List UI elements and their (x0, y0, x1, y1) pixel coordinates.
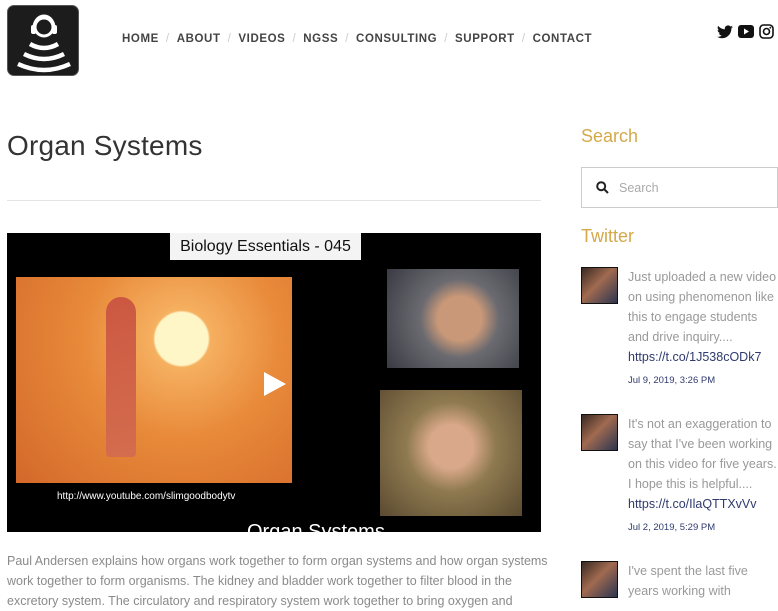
video-photo-1 (387, 269, 519, 368)
nav-separator: / (227, 33, 232, 45)
nav-separator: / (165, 33, 170, 45)
search-heading: Search (581, 126, 639, 146)
video-player[interactable]: Biology Essentials - 045 http://www.yout… (7, 233, 541, 532)
tweet-date[interactable]: Jul 2, 2019, 5:29 PM (628, 518, 778, 538)
tweet-text: Just uploaded a new video on using pheno… (628, 270, 777, 344)
tweet-link[interactable]: https://t.co/1J538cODk7 (628, 347, 778, 367)
twitter-icon[interactable] (717, 24, 733, 39)
nav-consulting[interactable]: CONSULTING (356, 33, 437, 45)
nav-contact[interactable]: CONTACT (533, 33, 593, 45)
video-url: http://www.youtube.com/slimgoodbodytv (57, 491, 236, 502)
nav-separator: / (345, 33, 350, 45)
page-title: Organ Systems (7, 130, 203, 161)
tweet-text: I've spent the last five years working w… (628, 564, 748, 598)
search-icon (596, 181, 609, 194)
youtube-icon[interactable] (738, 25, 754, 38)
search-placeholder: Search (619, 180, 659, 195)
main-nav: HOME / ABOUT / VIDEOS / NGSS / CONSULTING / S… (122, 33, 592, 45)
tweet-link[interactable]: https://t.co/IlaQTTXvVv (628, 494, 778, 514)
search-input[interactable]: Search (581, 167, 778, 208)
tweet-text: It's not an exaggeration to say that I'v… (628, 417, 777, 491)
tweet: I've spent the last five years working w… (581, 561, 778, 601)
instagram-icon[interactable] (759, 24, 774, 39)
divider (7, 200, 541, 201)
video-photo-2 (380, 390, 522, 516)
video-illustration (16, 277, 292, 483)
video-description: Paul Andersen explains how organs work t… (7, 554, 548, 608)
play-icon[interactable] (261, 371, 287, 397)
nav-separator: / (444, 33, 449, 45)
nav-ngss[interactable]: NGSS (303, 33, 338, 45)
site-logo[interactable] (7, 5, 79, 76)
social-links (717, 24, 774, 39)
nav-support[interactable]: SUPPORT (455, 33, 515, 45)
tweet: It's not an exaggeration to say that I'v… (581, 414, 778, 538)
tweet-date[interactable]: Jul 9, 2019, 3:26 PM (628, 371, 778, 391)
avatar[interactable] (581, 267, 618, 304)
nav-separator: / (521, 33, 526, 45)
nav-separator: / (292, 33, 297, 45)
nav-videos[interactable]: VIDEOS (238, 33, 285, 45)
avatar[interactable] (581, 414, 618, 451)
video-caption: Organ Systems (247, 521, 385, 532)
nav-home[interactable]: HOME (122, 33, 159, 45)
avatar[interactable] (581, 561, 618, 598)
twitter-heading: Twitter (581, 226, 635, 246)
tweet: Just uploaded a new video on using pheno… (581, 267, 778, 391)
video-banner: Biology Essentials - 045 (170, 233, 361, 260)
nav-about[interactable]: ABOUT (177, 33, 221, 45)
